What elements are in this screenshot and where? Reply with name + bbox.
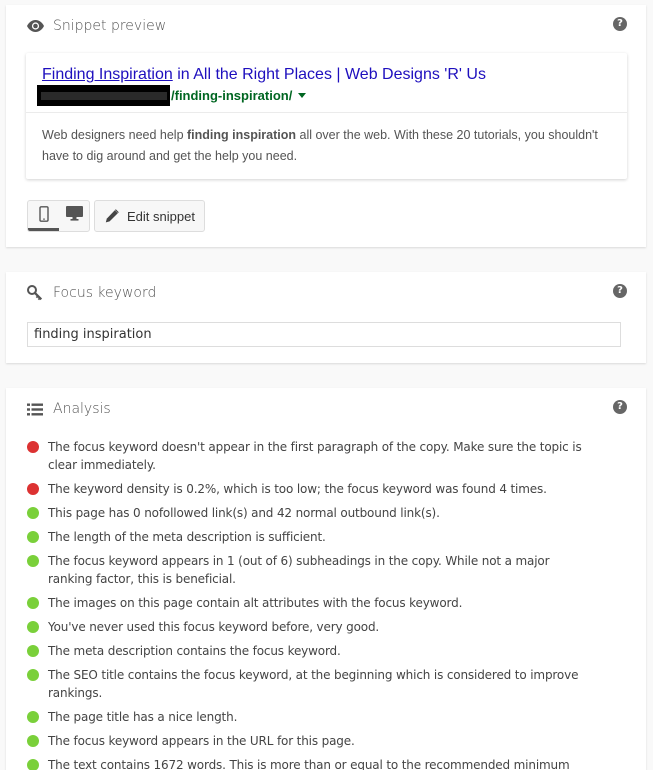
snippet-preview-panel: Snippet preview ? Finding Inspiration in… (6, 5, 646, 247)
status-good-icon (27, 555, 39, 567)
analysis-item-text: The keyword density is 0.2%, which is to… (48, 482, 547, 496)
help-icon[interactable]: ? (613, 284, 627, 298)
status-good-icon (27, 507, 39, 519)
snippet-url-row: /finding-inspiration/ (37, 85, 307, 106)
status-good-icon (27, 759, 39, 770)
status-good-icon (27, 711, 39, 723)
edit-snippet-button[interactable]: Edit snippet (94, 200, 205, 232)
status-good-icon (27, 735, 39, 747)
redacted-domain (37, 85, 170, 106)
help-icon[interactable]: ? (613, 17, 627, 31)
analysis-item: The length of the meta description is su… (26, 528, 586, 546)
analysis-item-text: The page title has a nice length. (48, 710, 238, 724)
status-bad-icon (27, 441, 39, 453)
analysis-header: Analysis (26, 398, 111, 420)
device-toggle-group (27, 200, 90, 232)
analysis-item-text: The focus keyword appears in the URL for… (48, 734, 355, 748)
analysis-item: The SEO title contains the focus keyword… (26, 666, 586, 702)
help-icon[interactable]: ? (613, 400, 627, 414)
mobile-preview-button[interactable] (28, 201, 59, 231)
status-good-icon (27, 645, 39, 657)
description-keyword: finding inspiration (187, 128, 297, 142)
focus-keyword-header: Focus keyword (26, 282, 156, 304)
pencil-icon (105, 209, 119, 223)
analysis-item-text: You've never used this focus keyword bef… (48, 620, 380, 634)
focus-keyword-input[interactable] (27, 322, 621, 347)
snippet-title-keyword: Finding Inspiration (42, 66, 173, 83)
analysis-item-text: The SEO title contains the focus keyword… (48, 668, 579, 700)
snippet-title-rest: in All the Right Places | Web Designs 'R… (172, 66, 486, 83)
mobile-icon (38, 205, 49, 227)
snippet-preview-header: Snippet preview (26, 15, 166, 37)
analysis-item: You've never used this focus keyword bef… (26, 618, 586, 636)
analysis-item: This page has 0 nofollowed link(s) and 4… (26, 504, 586, 522)
divider (26, 112, 627, 113)
snippet-preview-title: Snippet preview (53, 18, 167, 34)
edit-snippet-label: Edit snippet (127, 208, 195, 224)
list-icon (26, 401, 44, 417)
focus-keyword-panel: Focus keyword ? (6, 272, 646, 363)
eye-icon (26, 18, 44, 34)
status-good-icon (27, 621, 39, 633)
desktop-icon (66, 206, 83, 226)
status-bad-icon (27, 483, 39, 495)
analysis-item-text: The focus keyword appears in 1 (out of 6… (48, 554, 550, 586)
snippet-description: Web designers need help finding inspirat… (42, 125, 602, 167)
snippet-title-link[interactable]: Finding Inspiration in All the Right Pla… (42, 66, 486, 84)
analysis-item: The keyword density is 0.2%, which is to… (26, 480, 586, 498)
analysis-item-text: The length of the meta description is su… (48, 530, 326, 544)
desktop-preview-button[interactable] (59, 201, 89, 231)
analysis-item: The page title has a nice length. (26, 708, 586, 726)
analysis-item-text: The focus keyword doesn't appear in the … (48, 440, 582, 472)
status-good-icon (27, 597, 39, 609)
caret-down-icon[interactable] (298, 93, 307, 98)
analysis-item-text: The meta description contains the focus … (48, 644, 341, 658)
focus-keyword-title: Focus keyword (53, 285, 157, 301)
analysis-item: The focus keyword doesn't appear in the … (26, 438, 586, 474)
analysis-item: The focus keyword appears in the URL for… (26, 732, 586, 750)
snippet-url: /finding-inspiration/ (171, 88, 293, 103)
analysis-panel: Analysis ? The focus keyword doesn't app… (6, 388, 646, 770)
analysis-item: The focus keyword appears in 1 (out of 6… (26, 552, 586, 588)
analysis-item: The meta description contains the focus … (26, 642, 586, 660)
status-good-icon (27, 669, 39, 681)
analysis-list: The focus keyword doesn't appear in the … (26, 438, 586, 770)
analysis-item: The images on this page contain alt attr… (26, 594, 586, 612)
key-icon (26, 285, 44, 301)
analysis-title: Analysis (53, 401, 111, 417)
analysis-item-text: The images on this page contain alt attr… (48, 596, 463, 610)
analysis-item: The text contains 1672 words. This is mo… (26, 756, 586, 770)
description-text: Web designers need help (42, 128, 188, 142)
snippet-card: Finding Inspiration in All the Right Pla… (26, 53, 627, 179)
analysis-item-text: The text contains 1672 words. This is mo… (48, 758, 570, 770)
status-good-icon (27, 531, 39, 543)
analysis-item-text: This page has 0 nofollowed link(s) and 4… (48, 506, 440, 520)
